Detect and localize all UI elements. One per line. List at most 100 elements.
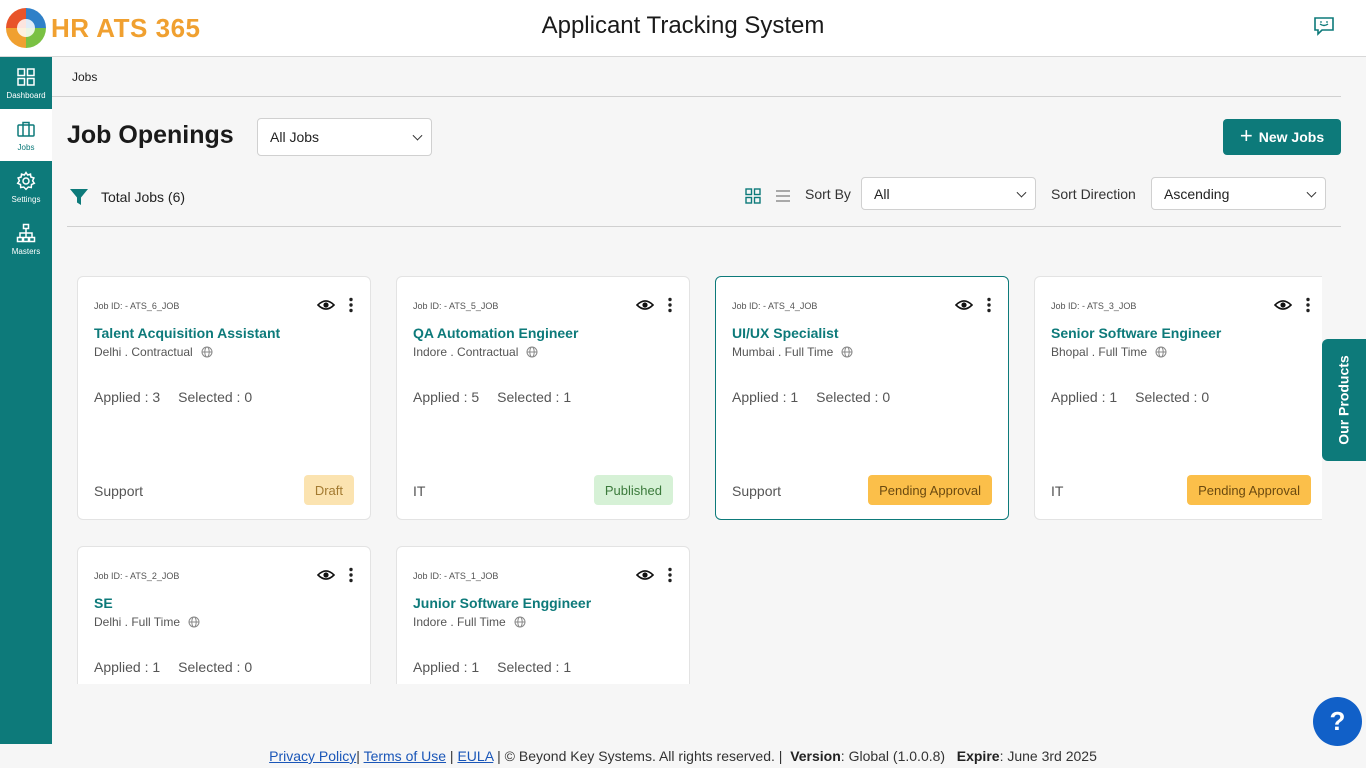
job-stats: Applied : 1 Selected : 0 — [1051, 389, 1209, 405]
list-view-icon[interactable] — [775, 188, 791, 204]
footer: Privacy Policy| Terms of Use | EULA | © … — [0, 748, 1366, 764]
job-location: Mumbai . Full Time — [732, 345, 853, 359]
selected-count: Selected : 0 — [178, 659, 253, 675]
footer-separator: | — [449, 748, 454, 764]
expire-value: : June 3rd 2025 — [999, 748, 1097, 764]
breadcrumb[interactable]: Jobs — [72, 70, 97, 84]
expire-label: Expire — [956, 748, 1000, 764]
job-department: IT — [413, 483, 426, 499]
eula-link[interactable]: EULA — [457, 748, 493, 764]
sidebar: Dashboard Jobs Settings Masters — [0, 57, 52, 744]
job-location-text: Delhi . Contractual — [94, 345, 193, 359]
job-title[interactable]: Talent Acquisition Assistant — [94, 325, 280, 341]
sort-by-value: All — [874, 185, 890, 202]
job-stats: Applied : 1 Selected : 1 — [413, 659, 571, 675]
grid-view-icon[interactable] — [745, 188, 761, 204]
eye-icon[interactable] — [636, 298, 654, 312]
job-title[interactable]: UI/UX Specialist — [732, 325, 839, 341]
job-id: Job ID: - ATS_6_JOB — [94, 301, 180, 311]
job-department: Support — [94, 483, 144, 499]
new-jobs-button[interactable]: + New Jobs — [1223, 119, 1341, 155]
status-badge: Pending Approval — [1187, 475, 1311, 505]
divider — [67, 226, 1341, 227]
more-options-icon[interactable] — [667, 297, 673, 313]
selected-count: Selected : 1 — [497, 389, 572, 405]
job-location-text: Mumbai . Full Time — [732, 345, 834, 359]
job-id: Job ID: - ATS_1_JOB — [413, 571, 499, 581]
jobs-filter-select[interactable]: All Jobs — [257, 118, 432, 156]
eye-icon[interactable] — [636, 568, 654, 582]
more-options-icon[interactable] — [348, 297, 354, 313]
job-location-text: Indore . Contractual — [413, 345, 519, 359]
job-title[interactable]: Junior Software Enggineer — [413, 595, 591, 611]
eye-icon[interactable] — [1274, 298, 1292, 312]
gear-icon — [16, 170, 36, 190]
plus-icon: + — [1239, 123, 1253, 148]
sidebar-item-jobs[interactable]: Jobs — [0, 109, 52, 161]
job-location: Indore . Contractual — [413, 345, 538, 359]
status-badge: Published — [593, 475, 673, 505]
dashboard-icon — [17, 67, 35, 86]
applied-count: Applied : 1 — [1051, 389, 1118, 405]
sort-direction-select[interactable]: Ascending — [1151, 177, 1326, 210]
hierarchy-icon — [16, 223, 36, 242]
sort-by-select[interactable]: All — [861, 177, 1036, 210]
eye-icon[interactable] — [955, 298, 973, 312]
globe-icon — [188, 616, 200, 628]
new-jobs-label: New Jobs — [1258, 129, 1325, 145]
divider — [52, 96, 1341, 97]
job-card[interactable]: Job ID: - ATS_1_JOB Junior Software Engg… — [396, 546, 690, 684]
sidebar-item-label: Dashboard — [6, 90, 46, 100]
applied-count: Applied : 1 — [94, 659, 161, 675]
job-card[interactable]: Job ID: - ATS_3_JOB Senior Software Engi… — [1034, 276, 1322, 520]
more-options-icon[interactable] — [348, 567, 354, 583]
sidebar-item-settings[interactable]: Settings — [0, 161, 52, 213]
sort-by-label: Sort By — [805, 186, 851, 202]
eye-icon[interactable] — [317, 568, 335, 582]
applied-count: Applied : 3 — [94, 389, 161, 405]
feedback-icon[interactable] — [1313, 16, 1335, 36]
eye-icon[interactable] — [317, 298, 335, 312]
globe-icon — [201, 346, 213, 358]
more-options-icon[interactable] — [986, 297, 992, 313]
job-card[interactable]: Job ID: - ATS_6_JOB Talent Acquisition A… — [77, 276, 371, 520]
job-stats: Applied : 1 Selected : 0 — [732, 389, 890, 405]
our-products-tab[interactable]: Our Products — [1322, 339, 1366, 461]
globe-icon — [1155, 346, 1167, 358]
job-stats: Applied : 3 Selected : 0 — [94, 389, 252, 405]
globe-icon — [841, 346, 853, 358]
job-title[interactable]: SE — [94, 595, 113, 611]
version-label: Version — [790, 748, 841, 764]
job-id: Job ID: - ATS_5_JOB — [413, 301, 499, 311]
sidebar-item-masters[interactable]: Masters — [0, 213, 52, 265]
job-id: Job ID: - ATS_2_JOB — [94, 571, 180, 581]
job-id: Job ID: - ATS_3_JOB — [1051, 301, 1137, 311]
privacy-policy-link[interactable]: Privacy Policy — [269, 748, 356, 764]
help-button[interactable]: ? — [1313, 697, 1362, 746]
chevron-down-icon — [1306, 187, 1317, 198]
job-card[interactable]: Job ID: - ATS_4_JOB UI/UX Specialist Mum… — [715, 276, 1009, 520]
more-options-icon[interactable] — [1305, 297, 1311, 313]
job-title[interactable]: Senior Software Engineer — [1051, 325, 1221, 341]
job-id: Job ID: - ATS_4_JOB — [732, 301, 818, 311]
app-title: Applicant Tracking System — [541, 12, 825, 39]
sidebar-item-dashboard[interactable]: Dashboard — [0, 57, 52, 109]
more-options-icon[interactable] — [667, 567, 673, 583]
selected-count: Selected : 0 — [816, 389, 891, 405]
job-card[interactable]: Job ID: - ATS_2_JOB SE Delhi . Full Time… — [77, 546, 371, 684]
filter-icon[interactable] — [69, 187, 89, 207]
job-location: Delhi . Full Time — [94, 615, 200, 629]
copyright-text: | © Beyond Key Systems. All rights reser… — [497, 748, 783, 764]
globe-icon — [514, 616, 526, 628]
job-card[interactable]: Job ID: - ATS_5_JOB QA Automation Engine… — [396, 276, 690, 520]
selected-count: Selected : 0 — [178, 389, 253, 405]
job-location: Delhi . Contractual — [94, 345, 213, 359]
job-location: Bhopal . Full Time — [1051, 345, 1167, 359]
selected-count: Selected : 0 — [1135, 389, 1210, 405]
terms-of-use-link[interactable]: Terms of Use — [364, 748, 446, 764]
applied-count: Applied : 1 — [732, 389, 799, 405]
sidebar-item-label: Jobs — [17, 142, 35, 152]
status-badge: Draft — [303, 475, 354, 505]
status-badge: Pending Approval — [868, 475, 992, 505]
job-title[interactable]: QA Automation Engineer — [413, 325, 578, 341]
